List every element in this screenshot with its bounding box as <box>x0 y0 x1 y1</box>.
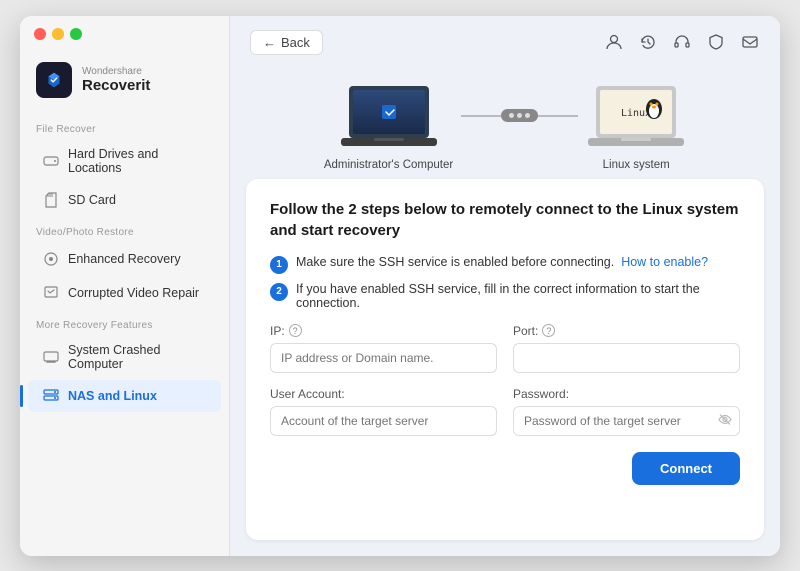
more-features-section: More Recovery Features <box>20 310 229 335</box>
dot2 <box>517 113 522 118</box>
ip-help-icon[interactable]: ? <box>289 324 302 337</box>
sd-card-label: SD Card <box>68 193 116 207</box>
sidebar: Wondershare Recoverit File Recover Hard … <box>20 16 230 556</box>
back-button[interactable]: ← Back <box>250 30 323 55</box>
main-content: ← Back <box>230 16 780 556</box>
user-input[interactable] <box>270 406 497 436</box>
sidebar-item-sd-card[interactable]: SD Card <box>28 184 221 216</box>
back-arrow-icon: ← <box>263 35 276 50</box>
linux-label: Linux system <box>603 159 670 171</box>
back-label: Back <box>281 35 310 50</box>
connection-line <box>461 109 578 122</box>
user-group: User Account: <box>270 387 497 436</box>
nas-linux-icon <box>42 387 60 405</box>
minimize-button[interactable] <box>52 28 64 40</box>
app-window: Wondershare Recoverit File Recover Hard … <box>20 16 780 556</box>
hard-drive-icon <box>42 152 60 170</box>
company-name: Wondershare <box>82 66 150 77</box>
app-title: Wondershare Recoverit <box>82 66 150 94</box>
hard-drives-label: Hard Drives and Locations <box>68 147 207 175</box>
port-input[interactable]: 22 <box>513 343 740 373</box>
sidebar-item-hard-drives[interactable]: Hard Drives and Locations <box>28 140 221 182</box>
step1-row: 1 Make sure the SSH service is enabled b… <box>270 255 740 274</box>
password-label: Password: <box>513 387 740 401</box>
user-icon[interactable] <box>604 32 624 52</box>
user-label: User Account: <box>270 387 497 401</box>
step1-number: 1 <box>270 256 288 274</box>
how-to-enable-link[interactable]: How to enable? <box>621 255 708 269</box>
connection-diagram: Administrator's Computer Li <box>230 65 780 179</box>
system-crashed-icon <box>42 348 60 366</box>
connect-row: Connect <box>270 452 740 485</box>
linux-computer: Linux Linux system <box>586 81 686 171</box>
ip-group: IP: ? <box>270 324 497 373</box>
system-crashed-label: System Crashed Computer <box>68 343 207 371</box>
toggle-password-icon[interactable] <box>718 412 732 429</box>
password-group: Password: <box>513 387 740 436</box>
port-group: Port: ? 22 <box>513 324 740 373</box>
connect-button[interactable]: Connect <box>632 452 740 485</box>
enhanced-label: Enhanced Recovery <box>68 252 181 266</box>
sidebar-item-nas-linux[interactable]: NAS and Linux <box>28 380 221 412</box>
password-input[interactable] <box>513 406 740 436</box>
user-password-row: User Account: Password: <box>270 387 740 436</box>
maximize-button[interactable] <box>70 28 82 40</box>
enhanced-icon <box>42 250 60 268</box>
headset-icon[interactable] <box>672 32 692 52</box>
connection-dots <box>501 109 538 122</box>
app-icon <box>36 62 72 98</box>
step2-row: 2 If you have enabled SSH service, fill … <box>270 282 740 310</box>
top-bar: ← Back <box>230 16 780 65</box>
close-button[interactable] <box>34 28 46 40</box>
linux-laptop-icon: Linux <box>586 81 686 151</box>
ip-port-row: IP: ? Port: ? 22 <box>270 324 740 373</box>
mail-icon[interactable] <box>740 32 760 52</box>
traffic-lights <box>20 16 229 44</box>
step2-text: If you have enabled SSH service, fill in… <box>296 282 740 310</box>
app-header: Wondershare Recoverit <box>20 44 229 114</box>
dot1 <box>509 113 514 118</box>
line-right <box>538 115 578 117</box>
admin-laptop-icon <box>339 81 439 151</box>
corrupted-icon <box>42 284 60 302</box>
step2-number: 2 <box>270 283 288 301</box>
top-icons <box>604 32 760 52</box>
ip-label: IP: ? <box>270 324 497 338</box>
dot3 <box>525 113 530 118</box>
app-name: Recoverit <box>82 77 150 94</box>
video-photo-section: Video/Photo Restore <box>20 217 229 242</box>
port-help-icon[interactable]: ? <box>542 324 555 337</box>
corrupted-label: Corrupted Video Repair <box>68 286 199 300</box>
step1-text: Make sure the SSH service is enabled bef… <box>296 255 708 269</box>
nas-linux-label: NAS and Linux <box>68 389 157 403</box>
line-left <box>461 115 501 117</box>
sidebar-item-corrupted[interactable]: Corrupted Video Repair <box>28 277 221 309</box>
card-title: Follow the 2 steps below to remotely con… <box>270 199 740 241</box>
sidebar-item-system-crashed[interactable]: System Crashed Computer <box>28 336 221 378</box>
port-label: Port: ? <box>513 324 740 338</box>
ip-input[interactable] <box>270 343 497 373</box>
admin-label: Administrator's Computer <box>324 159 453 171</box>
file-recover-section: File Recover <box>20 114 229 139</box>
instructions-card: Follow the 2 steps below to remotely con… <box>246 179 764 540</box>
password-input-wrapper <box>513 406 740 436</box>
admin-computer: Administrator's Computer <box>324 81 453 171</box>
shield-icon[interactable] <box>706 32 726 52</box>
history-icon[interactable] <box>638 32 658 52</box>
sidebar-item-enhanced[interactable]: Enhanced Recovery <box>28 243 221 275</box>
sd-card-icon <box>42 191 60 209</box>
